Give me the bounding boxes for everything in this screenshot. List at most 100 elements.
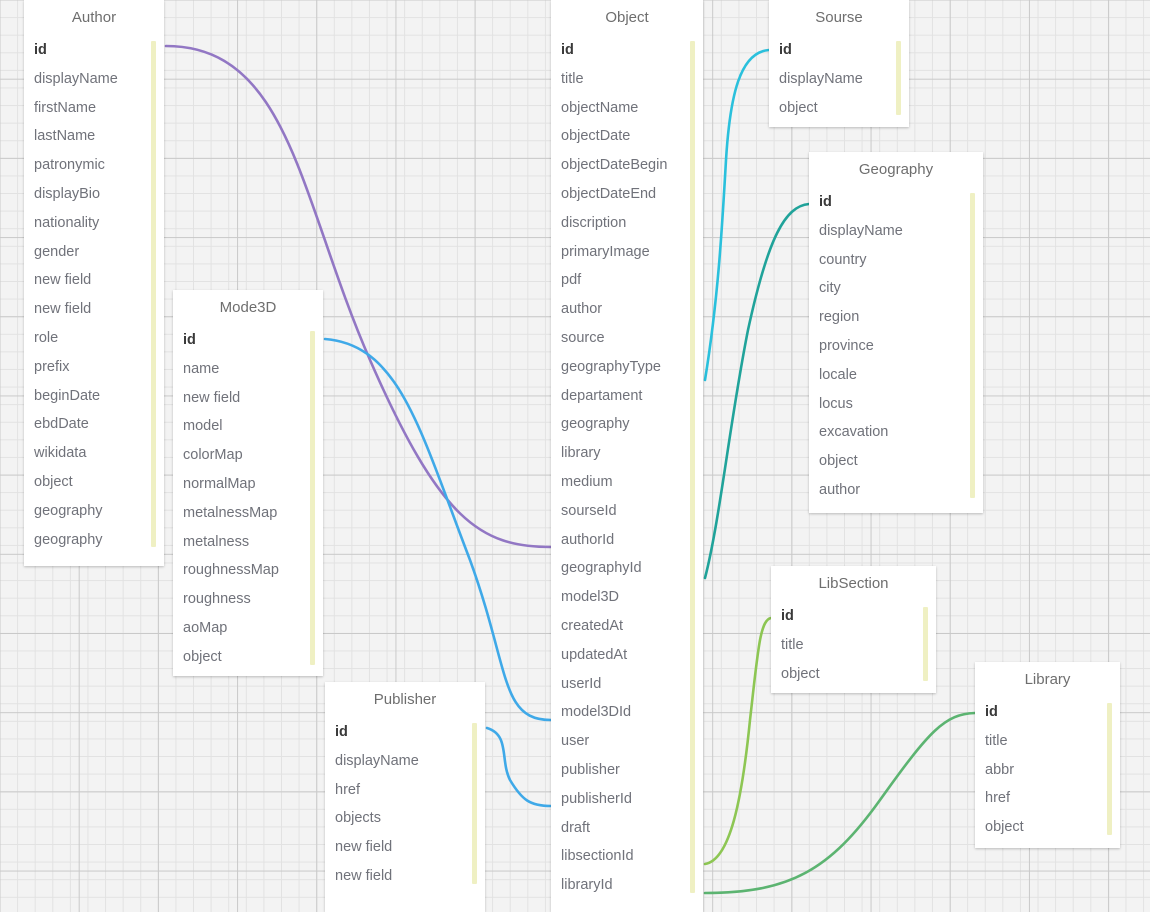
entity-field[interactable]: province [819, 332, 957, 361]
entity-field[interactable]: beginDate [34, 382, 138, 411]
entity-field[interactable]: displayBio [34, 180, 138, 209]
entity-field[interactable]: city [819, 274, 957, 303]
entity-field[interactable]: aoMap [183, 614, 297, 643]
entity-field-primary-key[interactable]: id [335, 718, 459, 747]
entity-field-primary-key[interactable]: id [183, 326, 297, 355]
entity-field[interactable]: publisherId [561, 785, 677, 814]
entity-field[interactable]: objectName [561, 94, 677, 123]
entity-field[interactable]: draft [561, 814, 677, 843]
entity-field[interactable]: title [781, 631, 910, 660]
entity-field[interactable]: pdf [561, 266, 677, 295]
entity-field[interactable]: author [819, 476, 957, 505]
entity-title: Geography [858, 161, 934, 178]
relation-edge [485, 726, 553, 808]
entity-card-object[interactable]: Object id title objectName objectDate objectD… [551, 0, 703, 912]
entity-field[interactable]: new field [183, 384, 297, 413]
entity-field[interactable]: object [183, 643, 297, 672]
entity-field[interactable]: normalMap [183, 470, 297, 499]
entity-field[interactable]: excavation [819, 418, 957, 447]
entity-field[interactable]: createdAt [561, 612, 677, 641]
entity-field[interactable]: authorId [561, 526, 677, 555]
entity-field[interactable]: libsectionId [561, 842, 677, 871]
entity-field[interactable]: geography [561, 410, 677, 439]
entity-field[interactable]: displayName [819, 217, 957, 246]
entity-field[interactable]: metalnessMap [183, 499, 297, 528]
entity-field[interactable]: primaryImage [561, 238, 677, 267]
entity-field[interactable]: model [183, 412, 297, 441]
entity-field[interactable]: publisher [561, 756, 677, 785]
entity-field[interactable]: objectDate [561, 122, 677, 151]
entity-field[interactable]: new field [335, 862, 459, 891]
entity-field[interactable]: library [561, 439, 677, 468]
entity-field-primary-key[interactable]: id [781, 602, 910, 631]
entity-field-primary-key[interactable]: id [561, 36, 677, 65]
entity-field[interactable]: author [561, 295, 677, 324]
entity-field[interactable]: name [183, 355, 297, 384]
entity-field[interactable]: geographyId [561, 554, 677, 583]
entity-field[interactable]: object [985, 813, 1094, 842]
entity-field[interactable]: href [985, 784, 1094, 813]
entity-field-primary-key[interactable]: id [985, 698, 1094, 727]
entity-field[interactable]: ebdDate [34, 410, 138, 439]
entity-field[interactable]: locale [819, 361, 957, 390]
entity-field[interactable]: roughnessMap [183, 556, 297, 585]
entity-field-primary-key[interactable]: id [34, 36, 138, 65]
entity-field[interactable]: region [819, 303, 957, 332]
entity-field[interactable]: metalness [183, 528, 297, 557]
entity-field[interactable]: object [779, 94, 883, 123]
entity-field[interactable]: user [561, 727, 677, 756]
entity-field[interactable]: objects [335, 804, 459, 833]
entity-field[interactable]: object [819, 447, 957, 476]
entity-field[interactable]: gender [34, 238, 138, 267]
entity-field[interactable]: userId [561, 670, 677, 699]
entity-field[interactable]: displayName [335, 747, 459, 776]
entity-title: Publisher [373, 691, 437, 708]
er-diagram-canvas[interactable]: Author id displayName firstName lastName patr… [0, 0, 1150, 912]
entity-field[interactable]: displayName [779, 65, 883, 94]
entity-card-publisher[interactable]: Publisher id displayName href objects new fie… [325, 682, 485, 912]
entity-field[interactable]: libraryId [561, 871, 677, 900]
entity-field[interactable]: object [34, 468, 138, 497]
entity-field[interactable]: roughness [183, 585, 297, 614]
entity-card-libsection[interactable]: LibSection id title object [771, 566, 936, 693]
entity-field[interactable]: sourseId [561, 497, 677, 526]
entity-field[interactable]: object [781, 660, 910, 689]
entity-field[interactable]: title [561, 65, 677, 94]
entity-card-library[interactable]: Library id title abbr href object [975, 662, 1120, 848]
entity-field[interactable]: objectDateBegin [561, 151, 677, 180]
entity-field[interactable]: country [819, 246, 957, 275]
entity-field[interactable]: geographyType [561, 353, 677, 382]
entity-field[interactable]: new field [34, 295, 138, 324]
entity-card-mode3d[interactable]: Mode3D id name new field model colorMap normal… [173, 290, 323, 676]
entity-card-author[interactable]: Author id displayName firstName lastName patr… [24, 0, 164, 566]
entity-card-sourse[interactable]: Sourse id displayName object [769, 0, 909, 127]
entity-field[interactable]: departament [561, 382, 677, 411]
entity-field[interactable]: medium [561, 468, 677, 497]
entity-card-geography[interactable]: Geography id displayName country city region p… [809, 152, 983, 513]
entity-field[interactable]: lastName [34, 122, 138, 151]
entity-field[interactable]: title [985, 727, 1094, 756]
entity-field-primary-key[interactable]: id [819, 188, 957, 217]
entity-field[interactable]: new field [34, 266, 138, 295]
entity-field[interactable]: patronymic [34, 151, 138, 180]
entity-field[interactable]: new field [335, 833, 459, 862]
entity-field[interactable]: discription [561, 209, 677, 238]
entity-field[interactable]: displayName [34, 65, 138, 94]
entity-field[interactable]: locus [819, 390, 957, 419]
entity-field[interactable]: prefix [34, 353, 138, 382]
entity-field[interactable]: colorMap [183, 441, 297, 470]
entity-field[interactable]: model3D [561, 583, 677, 612]
entity-field[interactable]: wikidata [34, 439, 138, 468]
entity-field[interactable]: role [34, 324, 138, 353]
entity-field[interactable]: geography [34, 497, 138, 526]
entity-field[interactable]: abbr [985, 756, 1094, 785]
entity-field[interactable]: source [561, 324, 677, 353]
entity-field[interactable]: firstName [34, 94, 138, 123]
entity-field[interactable]: href [335, 776, 459, 805]
entity-field[interactable]: nationality [34, 209, 138, 238]
entity-field[interactable]: objectDateEnd [561, 180, 677, 209]
entity-field[interactable]: model3DId [561, 698, 677, 727]
entity-field-primary-key[interactable]: id [779, 36, 883, 65]
entity-field[interactable]: updatedAt [561, 641, 677, 670]
entity-field[interactable]: geography [34, 526, 138, 555]
